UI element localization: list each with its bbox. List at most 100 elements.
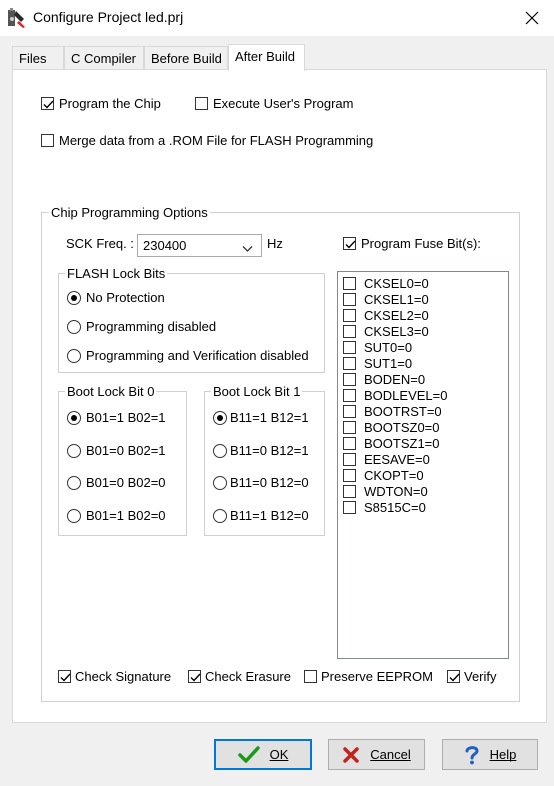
sck-freq-select[interactable]: 230400 bbox=[137, 234, 262, 257]
radio-icon bbox=[213, 508, 227, 523]
boot-lock-1-option-1-radio[interactable]: B11=1 B12=1 bbox=[213, 410, 309, 425]
fuse-bit-label: EESAVE=0 bbox=[364, 452, 430, 467]
radio-label: Programming and Verification disabled bbox=[86, 348, 309, 363]
chip-programming-title: Chip Programming Options bbox=[49, 205, 210, 220]
fuse-bit-label: CKSEL1=0 bbox=[364, 292, 429, 307]
check-erasure-checkbox[interactable]: Check Erasure bbox=[188, 669, 291, 684]
boot-lock-0-option-3-radio[interactable]: B01=0 B02=0 bbox=[67, 475, 166, 490]
radio-icon bbox=[67, 475, 81, 490]
checkbox-icon bbox=[343, 309, 356, 322]
radio-label: B11=0 B12=0 bbox=[230, 475, 309, 490]
ok-label: OK bbox=[269, 747, 289, 762]
check-icon bbox=[237, 745, 260, 764]
radio-label: B11=0 B12=1 bbox=[230, 443, 309, 458]
checkbox-icon bbox=[343, 421, 356, 434]
title-bar: Configure Project led.prj bbox=[0, 0, 554, 36]
checkbox-icon bbox=[343, 341, 356, 354]
checkbox-icon bbox=[195, 97, 208, 110]
fuse-bit-item[interactable]: CKSEL1=0 bbox=[343, 292, 429, 307]
program-chip-checkbox[interactable]: Program the Chip bbox=[41, 96, 161, 111]
boot-lock-1-option-3-radio[interactable]: B11=0 B12=0 bbox=[213, 475, 309, 490]
fuse-bit-item[interactable]: WDTON=0 bbox=[343, 484, 428, 499]
sck-freq-unit: Hz bbox=[267, 236, 283, 251]
tab-before-build[interactable]: Before Build bbox=[144, 46, 228, 70]
tab-c-compiler[interactable]: C Compiler bbox=[64, 46, 144, 70]
fuse-bit-item[interactable]: EESAVE=0 bbox=[343, 452, 430, 467]
execute-program-label: Execute User's Program bbox=[213, 96, 354, 111]
question-icon bbox=[464, 745, 480, 765]
cancel-button[interactable]: Cancel bbox=[328, 739, 425, 770]
verify-checkbox[interactable]: Verify bbox=[447, 669, 497, 684]
fuse-bit-item[interactable]: CKSEL3=0 bbox=[343, 324, 429, 339]
preserve-eeprom-checkbox[interactable]: Preserve EEPROM bbox=[304, 669, 433, 684]
boot-lock-0-option-2-radio[interactable]: B01=0 B02=1 bbox=[67, 443, 166, 458]
fuse-bit-label: WDTON=0 bbox=[364, 484, 428, 499]
fuse-bit-item[interactable]: S8515C=0 bbox=[343, 500, 426, 515]
checkbox-icon bbox=[304, 670, 317, 683]
check-signature-checkbox[interactable]: Check Signature bbox=[58, 669, 171, 684]
app-icon bbox=[7, 7, 27, 29]
flash-lock-programming-disabled-radio[interactable]: Programming disabled bbox=[67, 319, 216, 334]
fuse-bit-item[interactable]: BODEN=0 bbox=[343, 372, 425, 387]
boot-lock-0-title: Boot Lock Bit 0 bbox=[65, 384, 157, 399]
fuse-bit-label: BODLEVEL=0 bbox=[364, 388, 448, 403]
fuse-bit-item[interactable]: BODLEVEL=0 bbox=[343, 388, 447, 403]
checkbox-icon bbox=[447, 670, 460, 683]
checkbox-icon bbox=[343, 277, 356, 290]
radio-icon bbox=[67, 443, 81, 458]
fuse-bit-item[interactable]: CKOPT=0 bbox=[343, 468, 424, 483]
checkbox-icon bbox=[41, 134, 54, 147]
radio-icon bbox=[213, 443, 227, 458]
flash-lock-prog-verif-disabled-radio[interactable]: Programming and Verification disabled bbox=[67, 348, 309, 363]
boot-lock-0-option-1-radio[interactable]: B01=1 B02=1 bbox=[67, 410, 166, 425]
boot-lock-1-option-4-radio[interactable]: B11=1 B12=0 bbox=[213, 508, 309, 523]
sck-freq-value: 230400 bbox=[143, 238, 187, 253]
tab-label: Files bbox=[19, 51, 47, 66]
fuse-bit-item[interactable]: BOOTSZ0=0 bbox=[343, 420, 440, 435]
ok-button[interactable]: OK bbox=[214, 739, 312, 770]
radio-label: B01=0 B02=1 bbox=[86, 443, 166, 458]
radio-icon bbox=[67, 348, 81, 363]
checkbox-icon bbox=[343, 405, 356, 418]
tab-strip: Files C Compiler Before Build After Buil… bbox=[12, 44, 552, 71]
radio-icon bbox=[213, 410, 227, 425]
program-fuse-label: Program Fuse Bit(s): bbox=[361, 236, 481, 251]
sck-freq-label: SCK Freq. : bbox=[66, 236, 134, 251]
check-erasure-label: Check Erasure bbox=[205, 669, 291, 684]
fuse-bit-label: S8515C=0 bbox=[364, 500, 426, 515]
flash-lock-no-protection-radio[interactable]: No Protection bbox=[67, 290, 165, 305]
fuse-bit-label: CKOPT=0 bbox=[364, 468, 424, 483]
fuse-bit-label: CKSEL3=0 bbox=[364, 324, 429, 339]
radio-icon bbox=[67, 410, 81, 425]
fuse-bit-item[interactable]: BOOTRST=0 bbox=[343, 404, 442, 419]
checkbox-icon bbox=[188, 670, 201, 683]
program-fuse-checkbox[interactable]: Program Fuse Bit(s): bbox=[343, 236, 481, 251]
checkbox-icon bbox=[343, 389, 356, 402]
merge-rom-checkbox[interactable]: Merge data from a .ROM File for FLASH Pr… bbox=[41, 133, 373, 148]
radio-icon bbox=[213, 475, 227, 490]
tab-label: Before Build bbox=[151, 51, 222, 66]
fuse-bit-item[interactable]: CKSEL0=0 bbox=[343, 276, 429, 291]
fuse-bit-item[interactable]: SUT0=0 bbox=[343, 340, 412, 355]
fuse-bits-list[interactable]: CKSEL0=0 CKSEL1=0 CKSEL2=0 CKSEL3=0 SUT0… bbox=[337, 271, 509, 659]
checkbox-icon bbox=[58, 670, 71, 683]
fuse-bit-item[interactable]: BOOTSZ1=0 bbox=[343, 436, 440, 451]
checkbox-icon bbox=[343, 469, 356, 482]
fuse-bit-item[interactable]: SUT1=0 bbox=[343, 356, 412, 371]
boot-lock-1-option-2-radio[interactable]: B11=0 B12=1 bbox=[213, 443, 309, 458]
help-label: Help bbox=[489, 747, 517, 762]
checkbox-icon bbox=[343, 485, 356, 498]
fuse-bit-item[interactable]: CKSEL2=0 bbox=[343, 308, 429, 323]
execute-program-checkbox[interactable]: Execute User's Program bbox=[195, 96, 353, 111]
checkbox-icon bbox=[343, 293, 356, 306]
radio-icon bbox=[67, 508, 81, 523]
close-button[interactable] bbox=[512, 4, 552, 32]
tab-after-build[interactable]: After Build bbox=[228, 44, 305, 71]
check-signature-label: Check Signature bbox=[75, 669, 172, 684]
radio-icon bbox=[67, 290, 81, 305]
merge-rom-label: Merge data from a .ROM File for FLASH Pr… bbox=[59, 133, 374, 148]
help-button[interactable]: Help bbox=[442, 739, 538, 770]
boot-lock-0-option-4-radio[interactable]: B01=1 B02=0 bbox=[67, 508, 166, 523]
verify-label: Verify bbox=[464, 669, 497, 684]
tab-files[interactable]: Files bbox=[12, 46, 64, 70]
